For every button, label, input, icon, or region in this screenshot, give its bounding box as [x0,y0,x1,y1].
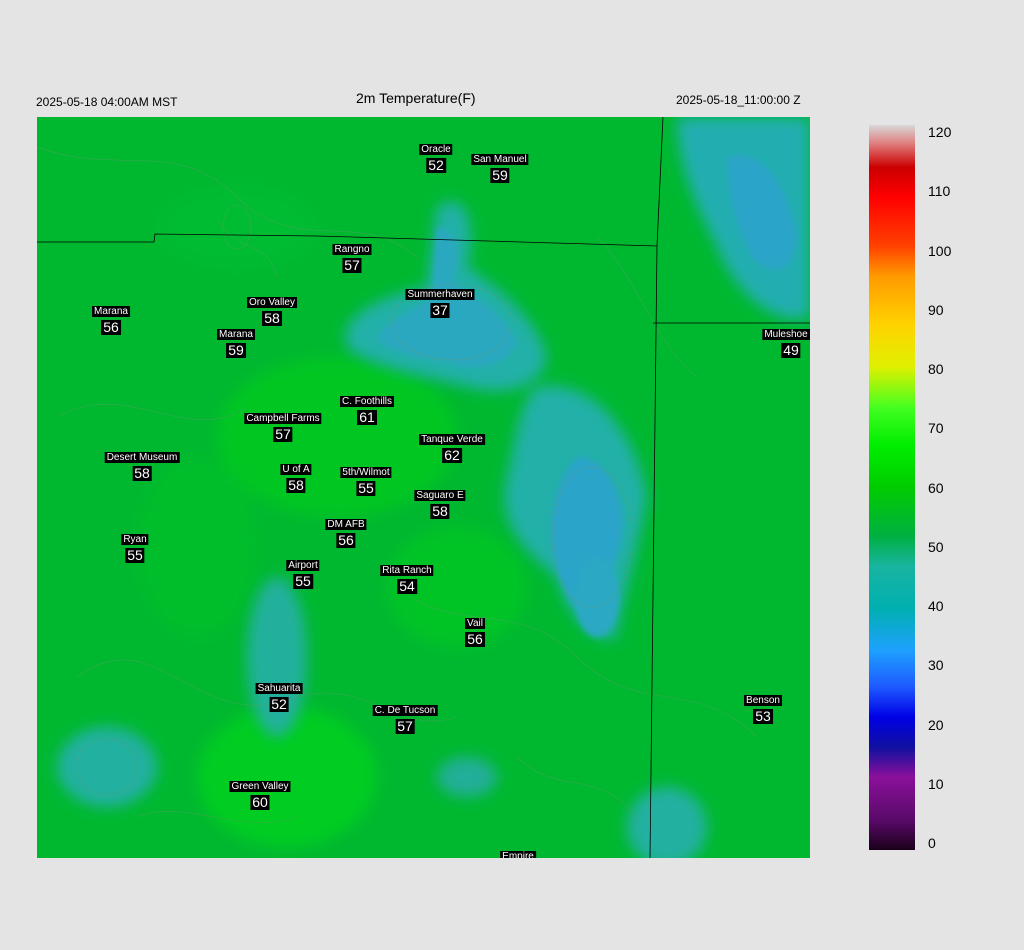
station-temperature: 58 [262,310,282,326]
station-temperature: 54 [397,578,417,594]
station-name: Campbell Farms [244,413,322,424]
station-name: Empire [500,851,536,858]
station-name: Rangno [332,244,372,255]
station-name: Saguaro E [414,490,466,501]
station-temperature: 55 [356,480,376,496]
colorbar-tick-label: 20 [928,716,944,733]
station-temperature: 56 [465,631,485,647]
station-name: Muleshoe R [762,329,810,340]
station-label: C. De Tucson 57 [372,700,438,734]
station-label: Tanque Verde 62 [419,429,485,463]
station-temperature: 55 [125,547,145,563]
station-label: Empire [500,846,536,858]
station-temperature: 56 [336,532,356,548]
station-label: San Manuel 59 [471,149,529,183]
station-label: Oro Valley 58 [247,292,297,326]
station-name: Oracle [419,144,453,155]
station-temperature: 53 [753,708,773,724]
station-temperature: 61 [357,409,377,425]
station-temperature: 62 [442,447,462,463]
station-temperature: 57 [395,718,415,734]
colorbar-tick-label: 10 [928,775,944,792]
colorbar-tick-label: 30 [928,657,944,674]
station-name: Marana [92,306,130,317]
valid-time-utc: 2025-05-18_11:00:00 Z [676,93,801,107]
station-label: Saguaro E 58 [414,485,466,519]
map-title: 2m Temperature(F) [356,90,476,106]
station-label: Oracle 52 [419,139,453,173]
colorbar-tick-label: 80 [928,361,944,377]
station-name: DM AFB [325,519,367,530]
station-label: Benson 53 [744,690,782,724]
temperature-map: Oracle 52 San Manuel 59 Rangno 57 Summerhaven 3… [37,117,810,858]
station-temperature: 37 [430,302,450,318]
colorbar-tick-label: 90 [928,301,944,318]
colorbar-tick-label: 70 [928,420,944,437]
station-label: Vail 56 [465,613,485,647]
station-label: Campbell Farms 57 [244,408,322,442]
station-name: C. De Tucson [372,705,438,716]
station-label: Airport 55 [286,555,320,589]
station-name: 5th/Wilmot [340,467,392,478]
station-name: Oro Valley [247,297,297,308]
station-label: Rangno 57 [332,239,372,273]
station-label: U of A 58 [280,459,312,493]
colorbar-tick-label: 60 [928,479,944,496]
station-label: Marana 56 [92,301,130,335]
station-name: Green Valley [229,781,291,792]
station-label: C. Foothills 61 [339,391,395,425]
station-temperature: 59 [226,342,246,358]
station-name: Sahuarita [255,683,303,694]
station-label: DM AFB 56 [325,514,367,548]
station-name: C. Foothills [339,396,395,407]
station-name: Summerhaven [405,289,475,300]
station-label: Muleshoe R 49 [762,324,810,358]
station-name: Marana [217,329,255,340]
station-name: Desert Museum [104,452,180,463]
station-name: Tanque Verde [419,434,485,445]
station-temperature: 49 [781,342,801,358]
station-temperature: 58 [132,465,152,481]
station-temperature: 57 [273,426,293,442]
station-label: Ryan 55 [121,529,149,563]
station-label: Marana 59 [217,324,255,358]
station-temperature: 60 [250,794,270,810]
station-temperature: 56 [101,319,121,335]
colorbar-tick-label: 40 [928,598,944,614]
station-label: Desert Museum 58 [104,447,180,481]
station-temperature: 59 [490,167,510,183]
colorbar-tick-label: 100 [928,242,952,259]
station-name: Benson [744,695,782,706]
station-name: Airport [286,560,320,571]
station-name: Ryan [121,534,149,545]
station-name: U of A [280,464,312,475]
station-label: Sahuarita 52 [255,678,303,712]
station-label: Summerhaven 37 [405,284,475,318]
colorbar-tick-label: 0 [928,835,936,851]
station-temperature: 57 [342,257,362,273]
station-name: Rita Ranch [380,565,434,576]
station-label: Green Valley 60 [229,776,291,810]
temperature-colorbar [869,125,915,850]
colorbar-tick-label: 120 [928,124,952,140]
colorbar-tick-label: 50 [928,538,944,555]
station-temperature: 55 [293,573,313,589]
station-temperature: 52 [269,696,289,712]
station-name: Vail [465,618,485,629]
station-label: 5th/Wilmot 55 [340,462,392,496]
colorbar-tick-label: 110 [928,183,951,200]
valid-time-local: 2025-05-18 04:00AM MST [36,95,178,109]
station-temperature: 58 [286,477,306,493]
station-label: Rita Ranch 54 [380,560,434,594]
station-temperature: 52 [426,157,446,173]
station-name: San Manuel [471,154,529,165]
station-temperature: 58 [430,503,450,519]
